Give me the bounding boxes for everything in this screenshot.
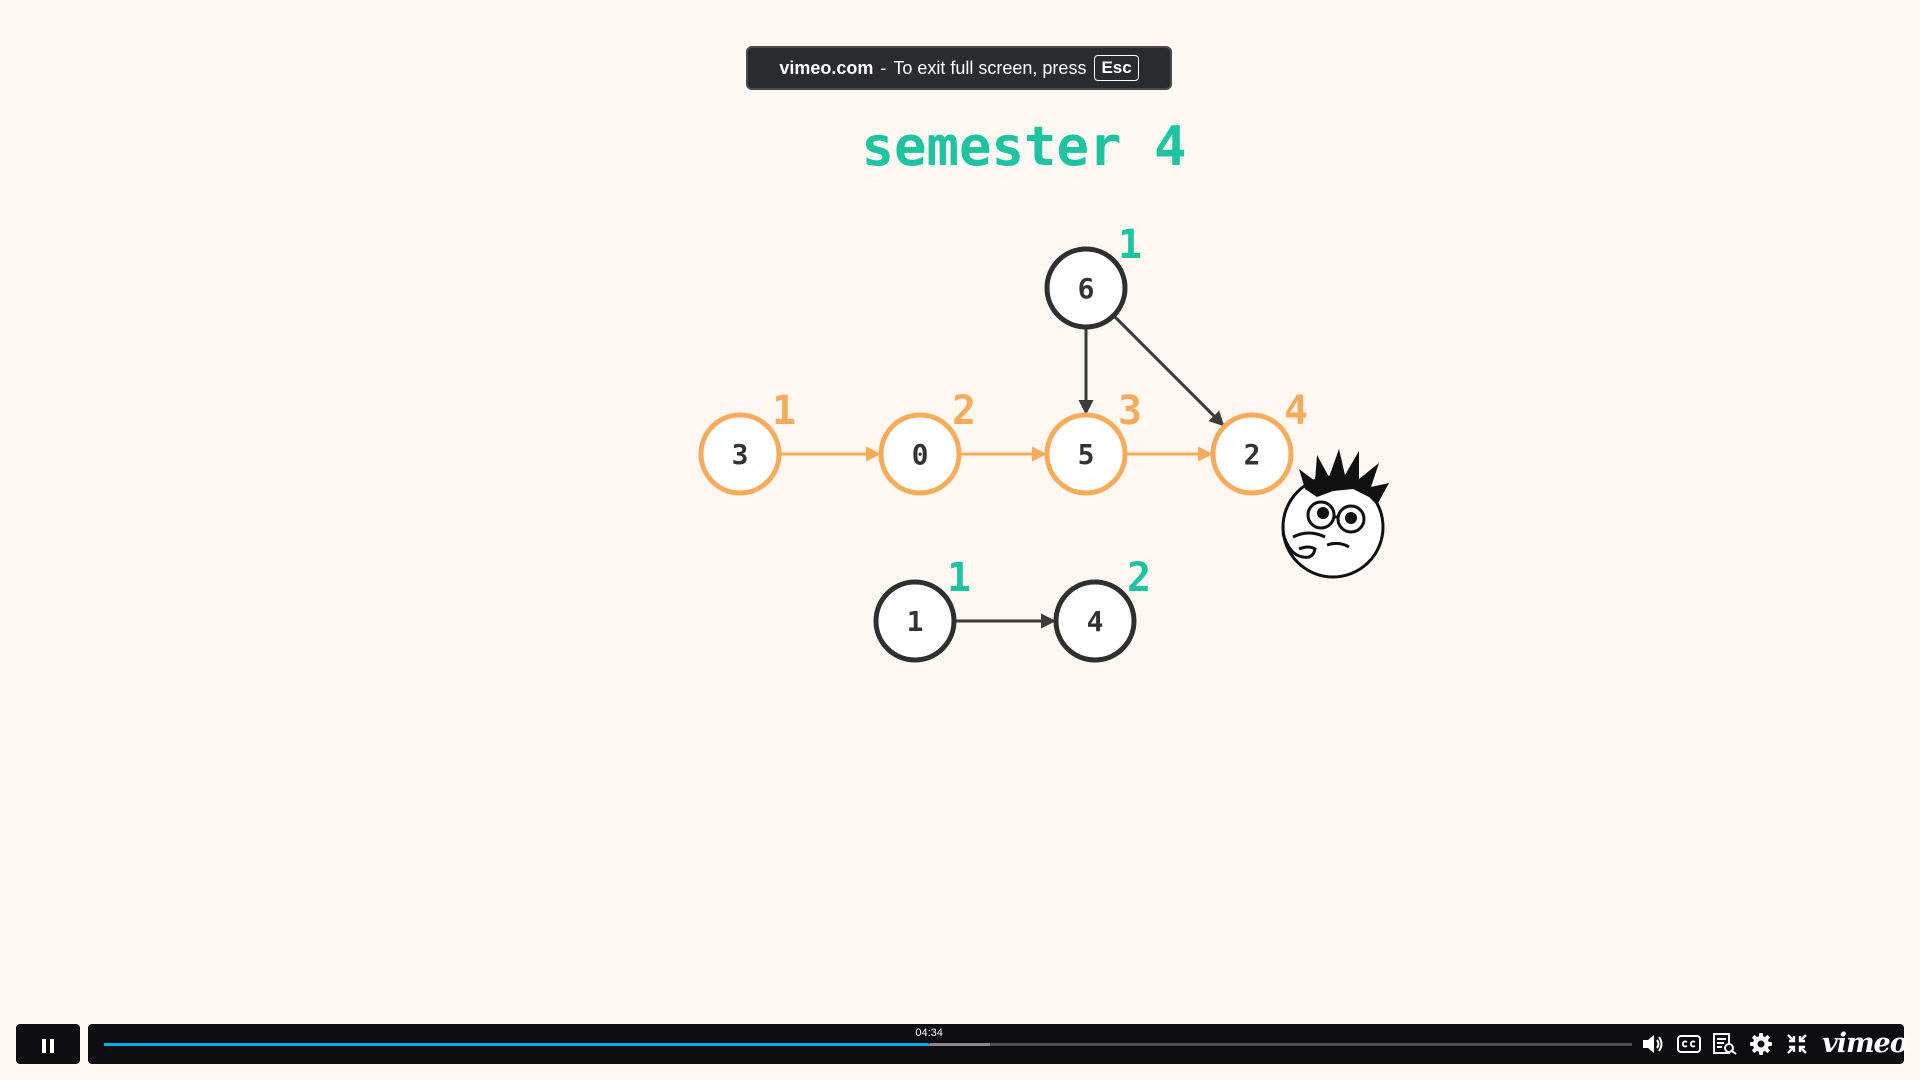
node-order-badge: 4	[1284, 388, 1308, 434]
graph-node-3: 31	[698, 388, 796, 496]
player-controls: 04:34 vimeo	[0, 1020, 1920, 1080]
graph-edges	[781, 315, 1225, 629]
graph-node-2: 24	[1210, 388, 1308, 496]
node-label: 1	[907, 605, 924, 638]
node-label: 5	[1078, 438, 1095, 471]
node-order-badge: 1	[772, 388, 796, 434]
exit-fullscreen-button[interactable]	[1784, 1032, 1810, 1056]
video-frame[interactable]: semester 4 31025324611142	[0, 0, 1920, 1020]
closed-captions-icon	[1677, 1035, 1701, 1053]
graph-nodes: 31025324611142	[698, 222, 1308, 663]
banner-site: vimeo.com	[779, 57, 874, 78]
node-order-badge: 2	[952, 388, 976, 434]
settings-button[interactable]	[1748, 1032, 1774, 1056]
settings-icon	[1750, 1033, 1772, 1055]
pause-button[interactable]	[16, 1024, 80, 1064]
thinking-face-character	[1281, 449, 1389, 579]
graph-node-0: 02	[878, 388, 976, 496]
node-label: 2	[1244, 438, 1261, 471]
pause-icon-bar	[50, 1039, 54, 1053]
node-order-badge: 1	[947, 555, 971, 601]
video-canvas: semester 4 31025324611142	[698, 115, 1389, 663]
banner-message: To exit full screen, press	[893, 57, 1087, 78]
esc-key-badge: Esc	[1094, 55, 1139, 81]
node-label: 0	[912, 438, 929, 471]
node-order-badge: 3	[1118, 388, 1142, 434]
transcript-icon	[1713, 1033, 1737, 1055]
vimeo-logo[interactable]: vimeo	[1822, 1027, 1908, 1061]
transcript-button[interactable]	[1712, 1032, 1738, 1056]
graph-node-4: 42	[1053, 555, 1151, 663]
banner-separator: -	[880, 57, 887, 78]
progress-bar[interactable]: 04:34	[104, 1026, 1632, 1046]
node-label: 6	[1078, 272, 1095, 305]
fullscreen-exit-banner: vimeo.com - To exit full screen, press E…	[746, 46, 1172, 90]
control-bar: 04:34 vimeo	[88, 1024, 1908, 1064]
volume-button[interactable]	[1640, 1032, 1666, 1056]
time-tooltip: 04:34	[911, 1026, 947, 1044]
node-label: 4	[1087, 605, 1104, 638]
closed-captions-button[interactable]	[1676, 1032, 1702, 1056]
volume-icon	[1643, 1035, 1663, 1053]
pause-icon	[42, 1039, 46, 1053]
node-order-badge: 1	[1118, 222, 1142, 268]
graph-node-1: 11	[873, 555, 971, 663]
video-title: semester 4	[861, 115, 1186, 178]
node-label: 3	[732, 438, 749, 471]
exit-fullscreen-icon	[1787, 1034, 1807, 1054]
progress-played	[104, 1043, 930, 1046]
graph-node-5: 53	[1044, 388, 1142, 496]
graph-node-6: 61	[1044, 222, 1142, 330]
node-order-badge: 2	[1127, 555, 1151, 601]
